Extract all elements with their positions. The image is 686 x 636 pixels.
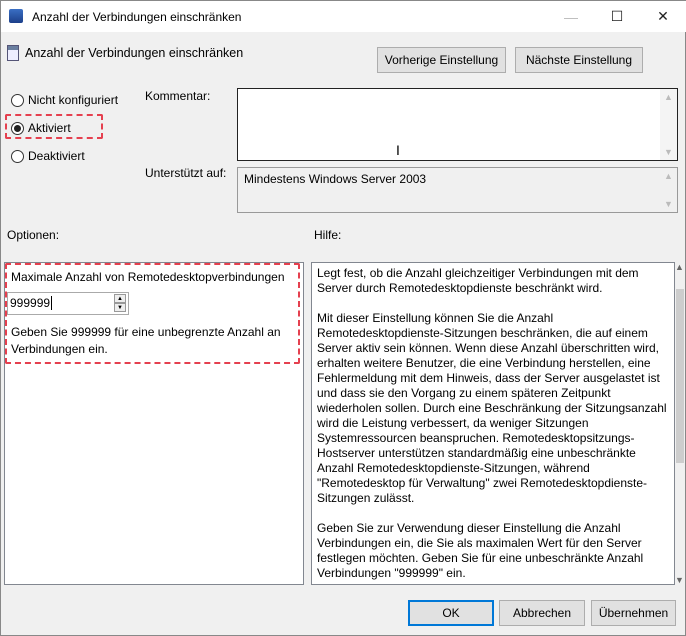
app-icon — [9, 9, 23, 23]
spin-down-button[interactable]: ▼ — [114, 303, 126, 312]
radio-circle[interactable] — [11, 149, 24, 163]
maximize-button[interactable]: ☐ — [594, 1, 640, 32]
spin-up-button[interactable]: ▲ — [114, 294, 126, 303]
next-setting-button[interactable]: Nächste Einstellung — [515, 47, 643, 73]
comment-scrollbar[interactable]: ▲ ▼ — [660, 89, 677, 160]
help-text: Legt fest, ob die Anzahl gleichzeitiger … — [312, 263, 674, 599]
radio-circle[interactable] — [11, 121, 24, 135]
policy-title: Anzahl der Verbindungen einschränken — [25, 46, 244, 60]
close-button[interactable]: ✕ — [640, 1, 686, 32]
comment-label: Kommentar: — [145, 89, 211, 103]
radio-label: Nicht konfiguriert — [28, 93, 119, 107]
minimize-button[interactable]: — — [548, 1, 594, 32]
window-title: Anzahl der Verbindungen einschränken — [32, 10, 242, 24]
radio-not-configured[interactable]: Nicht konfiguriert — [11, 93, 118, 107]
text-cursor-icon: I — [396, 142, 400, 158]
max-connections-description: Geben Sie 999999 für eine unbegrenzte An… — [11, 325, 281, 356]
radio-disabled[interactable]: Deaktiviert — [11, 149, 85, 163]
help-label: Hilfe: — [314, 228, 342, 242]
max-connections-input[interactable]: 999999 — [10, 296, 53, 310]
previous-setting-button[interactable]: Vorherige Einstellung — [377, 47, 506, 73]
scroll-down-icon[interactable]: ▼ — [675, 575, 684, 585]
radio-label: Deaktiviert — [28, 149, 85, 163]
options-label: Optionen: — [7, 228, 60, 242]
help-paragraph: Legt fest, ob die Anzahl gleichzeitiger … — [317, 266, 639, 295]
scroll-up-icon[interactable]: ▲ — [675, 262, 684, 272]
radio-label: Aktiviert — [28, 121, 71, 135]
supported-box: Mindestens Windows Server 2003 ▲ ▼ — [237, 167, 678, 213]
policy-icon — [7, 45, 19, 61]
cancel-button[interactable]: Abbrechen — [499, 600, 585, 626]
scroll-thumb[interactable] — [676, 289, 684, 463]
title-bar: Anzahl der Verbindungen einschränken — ☐… — [1, 1, 686, 32]
help-paragraph: Mit dieser Einstellung können Sie die An… — [317, 311, 667, 505]
supported-scrollbar[interactable]: ▲ ▼ — [660, 168, 677, 212]
help-panel: Legt fest, ob die Anzahl gleichzeitiger … — [311, 262, 675, 585]
supported-value: Mindestens Windows Server 2003 — [244, 172, 427, 186]
radio-circle[interactable] — [11, 93, 24, 107]
max-connections-spinbox[interactable]: 999999 ▲ ▼ — [7, 292, 129, 315]
ok-button[interactable]: OK — [408, 600, 494, 626]
apply-button[interactable]: Übernehmen — [591, 600, 676, 626]
supported-label: Unterstützt auf: — [145, 166, 227, 180]
comment-textarea[interactable]: ▲ ▼ I — [237, 88, 678, 161]
help-paragraph: Geben Sie zur Verwendung dieser Einstell… — [317, 521, 644, 580]
max-connections-label: Maximale Anzahl von Remotedesktopverbind… — [11, 270, 285, 284]
help-scrollbar[interactable]: ▲ ▼ — [675, 262, 685, 585]
radio-enabled[interactable]: Aktiviert — [11, 121, 71, 135]
